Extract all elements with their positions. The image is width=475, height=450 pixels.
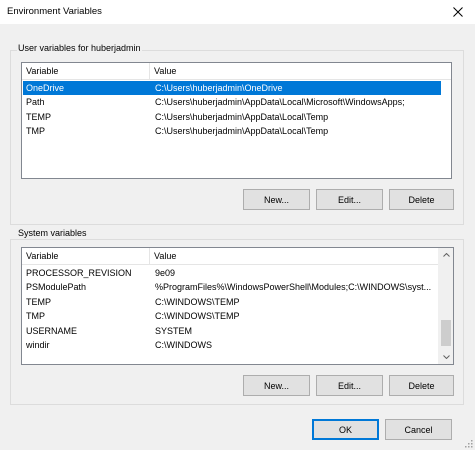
variable-value: C:\Users\huberjadmin\AppData\Local\Temp <box>155 111 329 122</box>
window-title: Environment Variables <box>7 6 102 17</box>
chevron-up-icon[interactable] <box>439 248 453 262</box>
variable-value: C:\Users\huberjadmin\AppData\Local\Temp <box>155 126 329 137</box>
list-header: Variable Value <box>22 248 438 265</box>
variable-name: PROCESSOR_REVISION <box>26 268 132 278</box>
system-variables-label: System variables <box>17 228 88 239</box>
cancel-button[interactable]: Cancel <box>385 419 452 440</box>
system-delete-button[interactable]: Delete <box>389 375 454 396</box>
table-row[interactable]: PROCESSOR_REVISION 9e09 <box>23 266 439 280</box>
chevron-down-icon[interactable] <box>439 350 453 364</box>
variable-value: SYSTEM <box>155 325 193 336</box>
variable-value: C:\WINDOWS <box>155 340 212 350</box>
variable-value: %ProgramFiles%\WindowsPowerShell\Modules… <box>155 282 432 293</box>
user-new-button[interactable]: New... <box>243 189 310 210</box>
variable-name: TEMP <box>26 111 52 122</box>
user-variables-list[interactable]: Variable Value OneDrive C:\Users\huberjad… <box>21 62 452 179</box>
table-row[interactable]: TMP C:\Users\huberjadmin\AppData\Local\Te… <box>23 124 441 138</box>
table-row[interactable]: windir C:\WINDOWS <box>23 338 439 352</box>
variable-value: C:\WINDOWS\TEMP <box>155 296 240 307</box>
close-icon[interactable] <box>450 4 466 20</box>
column-header-value[interactable]: Value <box>150 248 439 264</box>
variable-name: TEMP <box>26 296 52 307</box>
variable-value: C:\WINDOWS\TEMP <box>155 311 240 322</box>
list-header: Variable Value <box>22 63 451 80</box>
variable-name: USERNAME <box>26 325 78 336</box>
table-row[interactable]: OneDrive C:\Users\huberjadmin\OneDrive <box>23 81 441 95</box>
table-row[interactable]: TEMP C:\Users\huberjadmin\AppData\Local\T… <box>23 110 441 124</box>
user-variables-label: User variables for huberjadmin <box>17 43 142 54</box>
column-header-variable[interactable]: Variable <box>22 63 150 79</box>
system-list-scrollbar[interactable] <box>438 248 453 364</box>
resize-grip-icon[interactable] <box>463 438 473 448</box>
variable-name: OneDrive <box>26 83 65 93</box>
variable-name: TMP <box>26 126 45 137</box>
table-row[interactable]: TMP C:\WINDOWS\TEMP <box>23 309 439 323</box>
column-header-variable[interactable]: Variable <box>22 248 150 264</box>
table-row[interactable]: PSModulePath %ProgramFiles%\WindowsPowerS… <box>23 280 439 294</box>
system-new-button[interactable]: New... <box>243 375 310 396</box>
user-edit-button[interactable]: Edit... <box>316 189 383 210</box>
scrollbar-thumb[interactable] <box>441 320 451 346</box>
variable-name: PSModulePath <box>26 282 87 293</box>
variable-name: windir <box>26 340 50 350</box>
title-bar: Environment Variables <box>0 0 475 24</box>
table-row[interactable]: Path C:\Users\huberjadmin\AppData\Local\M… <box>23 95 441 109</box>
user-delete-button[interactable]: Delete <box>389 189 454 210</box>
variable-value: C:\Users\huberjadmin\OneDrive <box>155 83 283 93</box>
table-row[interactable]: TEMP C:\WINDOWS\TEMP <box>23 295 439 309</box>
variable-name: TMP <box>26 311 45 322</box>
variable-name: Path <box>26 97 45 108</box>
column-header-value[interactable]: Value <box>150 63 451 79</box>
system-variables-list[interactable]: Variable Value PROCESSOR_REVISION 9e09 PSM… <box>21 247 454 365</box>
system-edit-button[interactable]: Edit... <box>316 375 383 396</box>
variable-value: C:\Users\huberjadmin\AppData\Local\Micro… <box>155 97 405 108</box>
variable-value: 9e09 <box>155 268 176 278</box>
table-row[interactable]: USERNAME SYSTEM <box>23 324 439 338</box>
ok-button[interactable]: OK <box>312 419 379 440</box>
